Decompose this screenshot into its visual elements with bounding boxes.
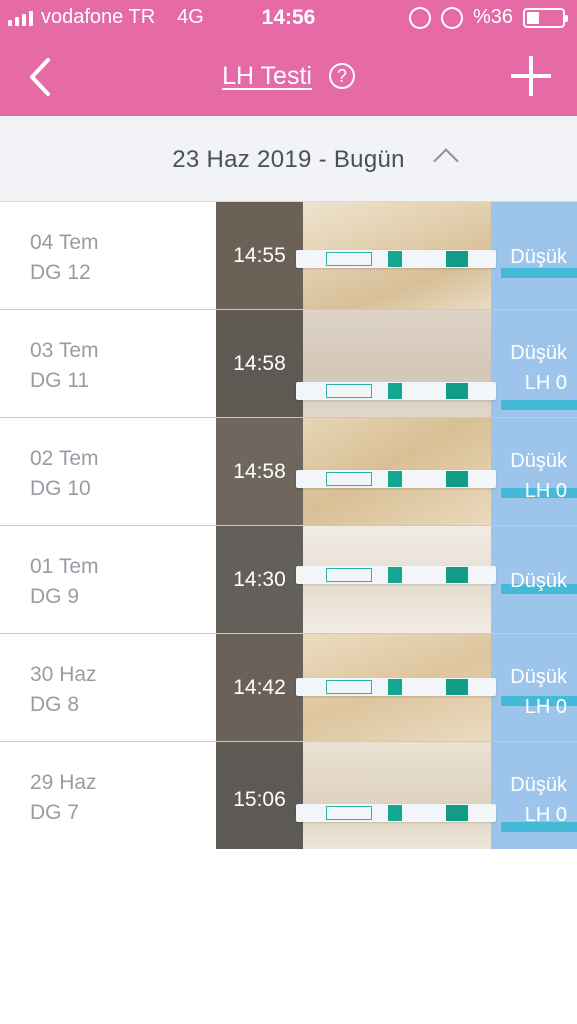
test-strip	[296, 678, 496, 696]
result-level: Düşük	[510, 666, 567, 688]
test-date: 02 Tem	[30, 447, 99, 470]
test-list: 04 Tem DG 12 14:55 Düşük 03 Tem DG 11 14:58 Düş…	[0, 202, 577, 850]
test-result: Düşük LH 0	[481, 338, 567, 398]
cycle-day: DG 11	[30, 369, 90, 392]
rotation-lock-icon	[408, 6, 431, 29]
nav-bar: LH Testi ?	[0, 40, 577, 116]
result-level: Düşük	[510, 774, 567, 796]
test-date-cell: 04 Tem DG 12	[30, 228, 99, 288]
test-strip	[296, 566, 496, 584]
test-date-cell: 02 Tem DG 10	[30, 444, 99, 504]
strip-edge	[501, 400, 577, 410]
test-strip	[296, 804, 496, 822]
test-row[interactable]: 02 Tem DG 10 14:58 Düşük LH 0	[0, 418, 577, 526]
test-result: Düşük LH 0	[481, 446, 567, 506]
date-range-header[interactable]: 23 Haz 2019 - Bugün	[0, 116, 577, 202]
test-strip	[296, 470, 496, 488]
test-result: Düşük	[481, 566, 567, 596]
test-row[interactable]: 01 Tem DG 9 14:30 Düşük	[0, 526, 577, 634]
help-icon[interactable]: ?	[328, 63, 355, 89]
test-date-cell: 01 Tem DG 9	[30, 552, 99, 612]
test-date-cell: 30 Haz DG 8	[30, 660, 97, 720]
test-result: Düşük LH 0	[481, 770, 567, 830]
test-result: Düşük LH 0	[481, 662, 567, 722]
test-strip	[296, 382, 496, 400]
lh-value: LH 0	[524, 480, 567, 502]
test-date-cell: 29 Haz DG 7	[30, 768, 97, 828]
cycle-day: DG 10	[30, 477, 91, 500]
test-result: Düşük	[481, 242, 567, 272]
battery-icon	[523, 7, 568, 28]
test-strip	[296, 250, 496, 268]
test-time: 14:30	[233, 568, 286, 591]
test-time: 15:06	[233, 788, 286, 811]
alarm-icon	[440, 6, 463, 29]
test-row[interactable]: 04 Tem DG 12 14:55 Düşük	[0, 202, 577, 310]
test-time: 14:42	[233, 676, 286, 699]
lh-value: LH 0	[524, 804, 567, 826]
page-title[interactable]: LH Testi	[222, 62, 312, 90]
test-time: 14:58	[233, 352, 286, 375]
cycle-day: DG 8	[30, 693, 80, 716]
battery-percent: %36	[472, 6, 513, 28]
status-bar: vodafone TR 4G 14:56 %36	[0, 0, 577, 38]
result-level: Düşük	[510, 246, 567, 268]
test-date: 29 Haz	[30, 771, 97, 794]
photo-background	[303, 742, 491, 849]
date-range-label: 23 Haz 2019 - Bugün	[172, 146, 405, 173]
test-time: 14:55	[233, 244, 286, 267]
cycle-day: DG 7	[30, 801, 80, 824]
cycle-day: DG 9	[30, 585, 80, 608]
photo-background	[303, 310, 491, 417]
result-level: Düşük	[510, 450, 567, 472]
test-time: 14:58	[233, 460, 286, 483]
test-row[interactable]: 30 Haz DG 8 14:42 Düşük LH 0	[0, 634, 577, 742]
cycle-day: DG 12	[30, 261, 91, 284]
add-test-button[interactable]	[509, 54, 553, 98]
result-level: Düşük	[510, 342, 567, 364]
header-bar: vodafone TR 4G 14:56 %36 LH Testi ?	[0, 0, 577, 116]
lh-value: LH 0	[524, 696, 567, 718]
test-row[interactable]: 03 Tem DG 11 14:58 Düşük LH 0	[0, 310, 577, 418]
test-date: 30 Haz	[30, 663, 97, 686]
result-level: Düşük	[510, 570, 567, 592]
test-date: 04 Tem	[30, 231, 99, 254]
test-date-cell: 03 Tem DG 11	[30, 336, 99, 396]
test-date: 01 Tem	[30, 555, 99, 578]
test-date: 03 Tem	[30, 339, 99, 362]
test-row[interactable]: 29 Haz DG 7 15:06 Düşük LH 0	[0, 742, 577, 850]
lh-value: LH 0	[524, 372, 567, 394]
